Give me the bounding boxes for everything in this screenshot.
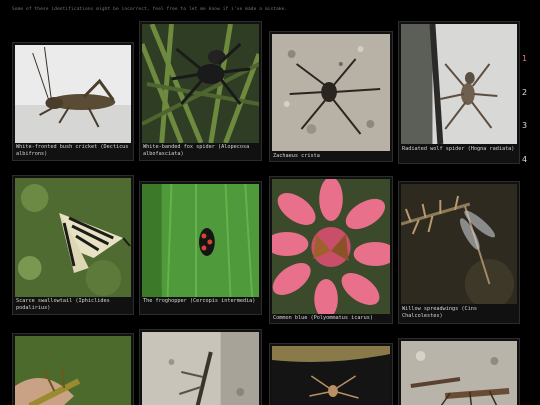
card-caption: White-fronted bush cricket (Decticus alb… — [16, 144, 129, 157]
card-caption: Willow spreadwings (Cins Chalcolestes) — [402, 306, 477, 319]
card-caption: White-banded fox spider (Alopecosa albof… — [143, 144, 250, 157]
gallery-card[interactable]: Scarce swallowtail (Iphiclides podaliriu… — [12, 175, 134, 315]
butterfly-photo[interactable] — [272, 179, 390, 314]
gallery-card[interactable] — [398, 338, 520, 405]
photo-gallery: White-fronted bush cricket (Decticus alb… — [0, 0, 540, 405]
gallery-card[interactable]: Common blue (Polyommatus icarus) — [269, 176, 393, 324]
insect-photo[interactable] — [15, 336, 131, 405]
gallery-card[interactable]: White-banded fox spider (Alopecosa albof… — [139, 21, 262, 161]
spider-photo[interactable] — [142, 24, 259, 143]
insect-photo[interactable] — [142, 332, 259, 405]
gallery-card[interactable]: Radiated wolf spider (Hogna radiata) — [398, 21, 520, 164]
card-caption: Common blue (Polyommatus icarus) — [273, 315, 373, 321]
insect-photo[interactable] — [401, 341, 517, 405]
spider-photo[interactable] — [401, 24, 517, 144]
gallery-card[interactable] — [12, 333, 134, 405]
gallery-card[interactable] — [139, 329, 262, 405]
gallery-card[interactable] — [269, 343, 393, 405]
page-link-4[interactable]: 4 — [522, 155, 527, 164]
gallery-card[interactable]: The froghopper (Cercopis intermedia) — [139, 181, 262, 315]
damselfly-photo[interactable] — [401, 184, 517, 304]
card-caption: The froghopper (Cercopis intermedia) — [143, 298, 256, 304]
cricket-photo[interactable] — [15, 45, 131, 143]
card-caption: Scarce swallowtail (Iphiclides podaliriu… — [16, 298, 110, 311]
page-link-2[interactable]: 2 — [522, 88, 527, 97]
gallery-card[interactable]: White-fronted bush cricket (Decticus alb… — [12, 42, 134, 161]
spider-photo[interactable] — [272, 34, 390, 151]
gallery-card[interactable]: Willow spreadwings (Cins Chalcolestes) — [398, 181, 520, 324]
spider-photo[interactable] — [272, 346, 390, 405]
beetle-photo[interactable] — [142, 184, 259, 297]
card-caption: Zachaeus crista — [273, 153, 320, 159]
page-link-3[interactable]: 3 — [522, 121, 527, 130]
butterfly-photo[interactable] — [15, 178, 131, 297]
card-caption: Radiated wolf spider (Hogna radiata) — [402, 146, 515, 152]
page-link-1[interactable]: 1 — [522, 54, 527, 63]
gallery-card[interactable]: Zachaeus crista — [269, 31, 393, 162]
